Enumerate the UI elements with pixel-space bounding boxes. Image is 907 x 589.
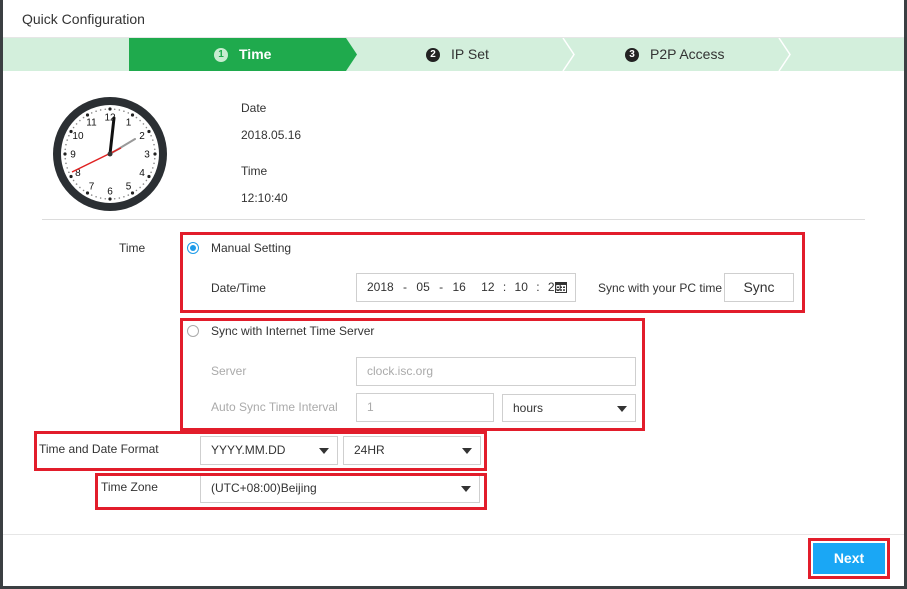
clock-number: 10 (72, 131, 84, 142)
clock-tick (118, 197, 121, 199)
clock-tick (95, 110, 97, 113)
clock-tick (130, 191, 135, 195)
clock-tick (151, 167, 154, 169)
clock-tick (68, 171, 70, 174)
clock-tick (108, 107, 112, 111)
clock-tick (69, 174, 73, 179)
highlight-format (34, 431, 487, 471)
clock-tick (82, 116, 85, 119)
clock-tick (123, 195, 125, 198)
clock-tick (99, 197, 102, 199)
clock-number: 2 (139, 131, 145, 142)
clock-tick (104, 197, 107, 200)
quick-configuration-dialog: Quick Configuration 1 Time 2 IP Set 3 P2… (3, 0, 904, 586)
clock-tick (79, 186, 81, 189)
clock-number: 11 (86, 117, 97, 128)
clock-tick (153, 143, 155, 146)
clock-tick (104, 108, 107, 111)
clock-tick (127, 112, 130, 114)
clock-tick (95, 195, 97, 198)
clock-tick (153, 148, 156, 151)
highlight-time-zone (95, 473, 487, 510)
step-time[interactable]: 1 Time (214, 38, 271, 71)
clock-tick (66, 167, 69, 169)
clock-tick (82, 189, 85, 192)
step-label-time: Time (239, 46, 272, 62)
highlight-internet-sync (180, 318, 645, 431)
highlight-next (808, 538, 890, 579)
analog-clock: 12 1234567891011 (53, 97, 167, 211)
clock-number: 3 (144, 150, 150, 161)
clock-tick (113, 108, 116, 111)
step-number-2: 2 (426, 47, 440, 62)
clock-tick (79, 119, 81, 122)
clock-tick (142, 123, 145, 125)
clock-tick (153, 162, 155, 165)
clock-tick (72, 179, 75, 182)
clock-tick (150, 171, 152, 174)
clock-tick (75, 123, 78, 125)
clock-tick (90, 194, 93, 196)
clock-tick (139, 119, 141, 122)
section-divider (42, 219, 865, 220)
clock-tick (64, 157, 67, 160)
clock-tick (65, 162, 67, 165)
clock-tick (153, 157, 156, 160)
clock-tick (135, 116, 138, 119)
clock-tick (123, 110, 125, 113)
clock-number: 7 (89, 182, 95, 193)
wizard-steps: 1 Time 2 IP Set 3 P2P Access (3, 38, 904, 71)
clock-tick (135, 189, 138, 192)
clock-tick (151, 139, 154, 141)
clock-tick (142, 183, 145, 185)
clock-tick (68, 134, 70, 137)
clock-tick (90, 112, 93, 114)
time-value: 12:10:40 (241, 191, 288, 205)
clock-tick (130, 113, 135, 117)
footer-divider (3, 534, 904, 535)
clock-number: 5 (126, 182, 132, 193)
clock-number: 6 (107, 187, 113, 198)
clock-tick (127, 194, 130, 196)
clock-tick (153, 152, 157, 156)
clock-tick (145, 179, 148, 182)
clock-number: 1 (126, 117, 132, 128)
clock-tick (75, 183, 78, 185)
clock-tick (145, 126, 148, 129)
clock-tick (85, 113, 90, 117)
clock-number: 4 (139, 168, 145, 179)
clock-tick (72, 126, 75, 129)
time-label: Time (241, 164, 268, 178)
date-label: Date (241, 101, 267, 115)
step-number-3: 3 (625, 47, 639, 62)
clock-tick (113, 197, 116, 200)
date-value: 2018.05.16 (241, 128, 302, 142)
step-label-ip-set: IP Set (451, 46, 489, 62)
dialog-title: Quick Configuration (22, 11, 145, 27)
step-ip-set[interactable]: 2 IP Set (426, 38, 489, 71)
clock-tick (108, 197, 112, 201)
clock-tick (63, 152, 67, 156)
clock-tick (118, 109, 121, 111)
highlight-manual-setting (180, 232, 805, 313)
clock-tick (150, 134, 152, 137)
clock-tick (147, 174, 151, 179)
step-number-1: 1 (214, 47, 228, 62)
clock-tick (99, 109, 102, 111)
clock-tick (64, 148, 67, 151)
clock-tick (139, 186, 141, 189)
clock-number: 9 (70, 150, 76, 161)
clock-tick (65, 143, 67, 146)
step-label-p2p-access: P2P Access (650, 46, 725, 62)
step-p2p-access[interactable]: 3 P2P Access (625, 38, 724, 71)
time-setting-label: Time (119, 241, 146, 255)
clock-center (107, 151, 113, 157)
clock-tick (147, 129, 151, 134)
clock-tick (66, 139, 69, 141)
